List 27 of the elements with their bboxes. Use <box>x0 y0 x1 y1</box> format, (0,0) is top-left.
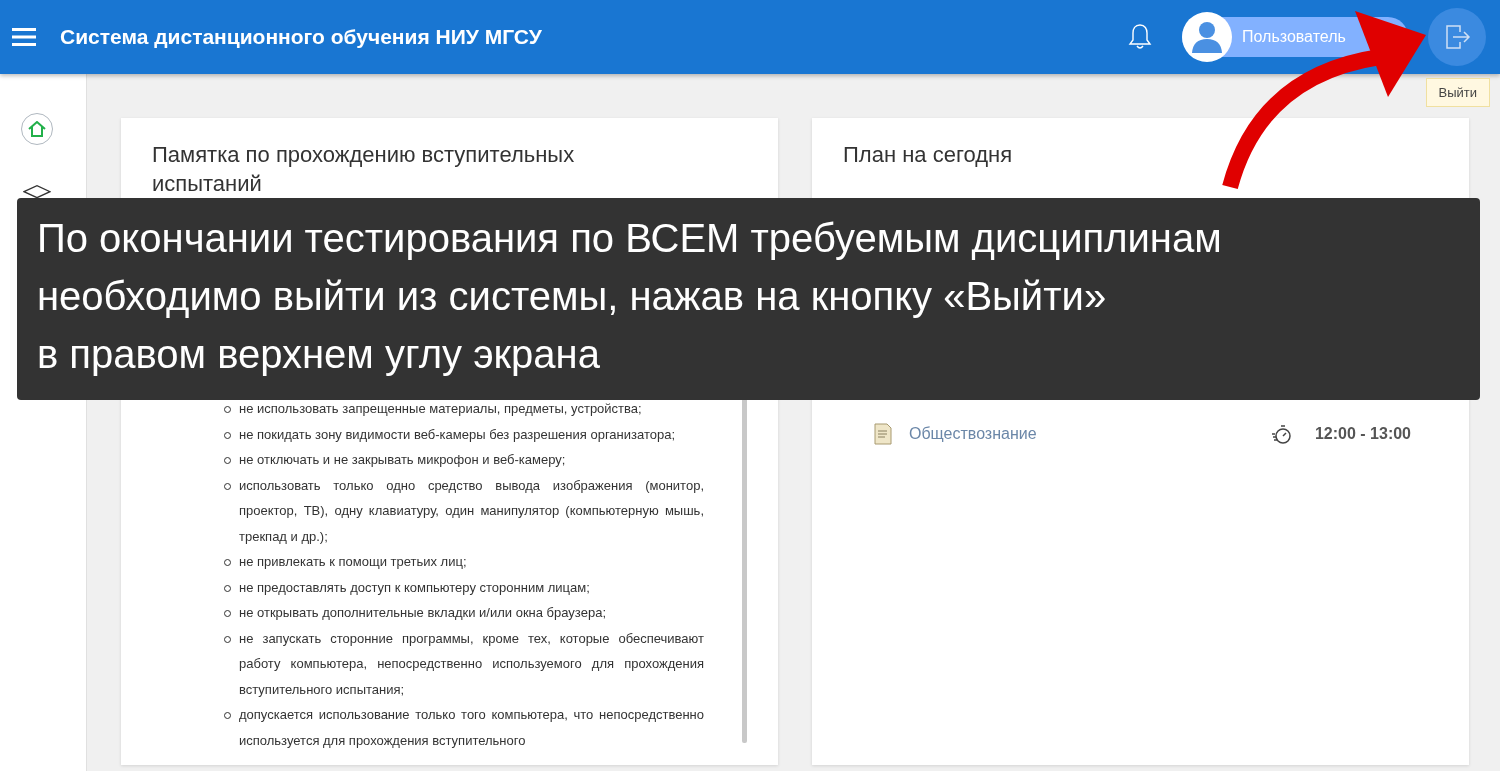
rule-text: не привлекать к помощи третьих лиц; <box>239 553 468 571</box>
card-title: Памятка по прохождению вступительных испытаний <box>152 141 576 198</box>
home-button[interactable] <box>21 113 53 145</box>
menu-icon <box>12 28 36 46</box>
document-icon <box>873 423 893 445</box>
rule-text: не использовать запрещенные материалы, предметы, устройства; <box>239 400 643 418</box>
menu-button[interactable] <box>12 28 36 46</box>
rule-text: допускается использование только того компьютера, что непосредственно используется для прохождения вступительного <box>239 706 704 750</box>
bell-icon <box>1128 23 1152 51</box>
rule-text: не отключать и не закрывать микрофон и веб-камеру; <box>239 451 567 469</box>
user-menu-button[interactable]: Пользователь <box>1182 12 1408 62</box>
rule-text: использовать только одно средство вывода изображения (монитор, проектор, ТВ), одну клавиатуру, один манипулятор (компьютерную мышь, трекпад и др.); <box>239 476 704 546</box>
rule-text: не предоставлять доступ к компьютеру сторонним лицам; <box>239 578 591 597</box>
rule-text: не открывать дополнительные вкладки и/или окна браузера; <box>239 604 607 622</box>
subject-link[interactable]: Обществознание <box>909 425 1255 443</box>
graduation-cap-icon <box>23 185 51 198</box>
card-title: План на сегодня <box>843 141 1014 169</box>
app-title: Система дистанционного обучения НИУ МГСУ <box>60 25 543 49</box>
rule-text: не запускать сторонние программы, кроме тех, которые обеспечивают работу компьютера, непосредственно используемого для прохождения вступительного испытания; <box>239 629 704 699</box>
notifications-button[interactable] <box>1128 23 1152 51</box>
tooltip: Выйти <box>1425 78 1490 107</box>
time-range: 12:00 - 13:00 <box>1314 425 1411 443</box>
notice-toast: По окончании тестирования по ВСЕМ требуемым дисциплинам необходимо выйти из системы, нажав на кнопку «Выйти» в правом верхнем углу экрана <box>17 198 1480 400</box>
courses-button[interactable] <box>23 185 51 198</box>
stopwatch-icon <box>1270 423 1293 445</box>
rule-text: не покидать зону видимости веб-камеры без разрешения организатора; <box>239 425 677 444</box>
home-icon <box>28 121 46 137</box>
